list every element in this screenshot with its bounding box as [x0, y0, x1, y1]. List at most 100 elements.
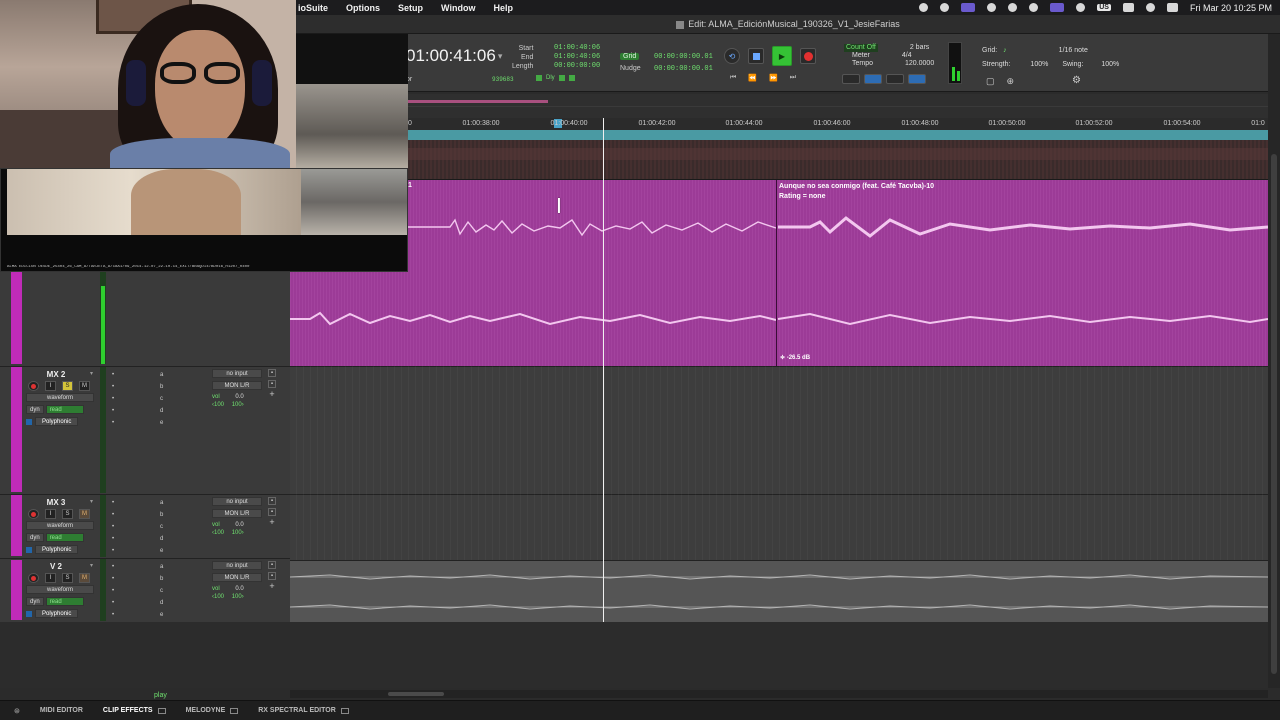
- clip-boundary[interactable]: [776, 180, 777, 366]
- elastic-mode[interactable]: Polyphonic: [35, 545, 79, 554]
- headphones-icon[interactable]: [1029, 3, 1039, 12]
- video-window[interactable]: ALMA EDICIÓN DESDE_25404_26_CAM_A/TARJET…: [0, 168, 408, 272]
- input-monitor-button[interactable]: I: [45, 573, 56, 583]
- solo-button[interactable]: S: [62, 509, 73, 519]
- wifi-off-icon[interactable]: [1122, 3, 1134, 12]
- mute-button[interactable]: M: [79, 509, 90, 519]
- gear-icon[interactable]: ⚙: [1072, 75, 1081, 86]
- horizontal-scrollbar[interactable]: [290, 690, 1268, 698]
- square-icon[interactable]: ▪: [268, 369, 276, 377]
- automation-mode[interactable]: read: [45, 597, 84, 606]
- zoom-reset-icon[interactable]: ▢: [986, 76, 995, 87]
- playhead-cursor[interactable]: [603, 118, 604, 622]
- plus-icon[interactable]: +: [268, 518, 276, 527]
- vpn-icon[interactable]: [987, 3, 997, 12]
- volume-pan[interactable]: vol 0.0 ‹100 100›: [212, 521, 260, 537]
- send-b[interactable]: b: [160, 509, 163, 521]
- automation-mode[interactable]: read: [45, 533, 84, 542]
- clip-a-name[interactable]: 1: [408, 182, 412, 189]
- square-icon[interactable]: ▪: [268, 561, 276, 569]
- timecode-ruler[interactable]: 0 01:00:38:00 01:00:40:00 01:00:42:00 01…: [408, 118, 1268, 130]
- volume-value[interactable]: 0.0: [235, 522, 243, 528]
- tempo-value[interactable]: 120.0000: [905, 60, 934, 68]
- count-off-toggle[interactable]: Count Off: [844, 44, 878, 52]
- display-icon[interactable]: [1050, 3, 1065, 12]
- settings-icon[interactable]: ⊜: [0, 707, 30, 715]
- menu-item-setup[interactable]: Setup: [398, 3, 423, 13]
- record-status-icon[interactable]: [919, 3, 929, 12]
- creative-cloud-icon[interactable]: [940, 3, 950, 12]
- send-e[interactable]: e: [160, 609, 163, 621]
- strength-value[interactable]: 100%: [1030, 58, 1048, 72]
- track-header-mx2[interactable]: MX 2 ▾ I S M waveform dyn read Polyphonic…: [0, 366, 290, 494]
- tempo-label[interactable]: Tempo: [852, 60, 873, 68]
- dyn-button[interactable]: dyn: [26, 533, 44, 542]
- tab-clip-effects[interactable]: CLIP EFFECTS: [93, 707, 176, 714]
- send-d[interactable]: d: [160, 533, 163, 545]
- volume-pan[interactable]: vol 0.0 ‹100 100›: [212, 393, 260, 409]
- send-c[interactable]: c: [160, 521, 163, 533]
- fast-forward-icon[interactable]: ⏩: [769, 74, 778, 82]
- plus-icon[interactable]: +: [268, 582, 276, 591]
- play-circle-icon[interactable]: [1076, 3, 1086, 12]
- rewind-icon[interactable]: ⏪: [748, 74, 757, 82]
- swing-value[interactable]: 100%: [1101, 58, 1119, 72]
- menu-item-options[interactable]: Options: [346, 3, 380, 13]
- output-selector[interactable]: MON L/R: [212, 573, 262, 582]
- send-e[interactable]: e: [160, 545, 163, 557]
- meter-value[interactable]: 4/4: [902, 52, 912, 60]
- track-name[interactable]: MX 2: [36, 370, 76, 379]
- menu-item-help[interactable]: Help: [493, 3, 513, 13]
- keyboard-layout-badge[interactable]: US: [1097, 4, 1111, 11]
- tab-midi-editor[interactable]: MIDI EDITOR: [30, 707, 93, 714]
- tab-melodyne[interactable]: MELODYNE: [176, 707, 249, 714]
- lock-icon[interactable]: [26, 418, 32, 425]
- solo-button[interactable]: S: [62, 381, 73, 391]
- main-counter[interactable]: 01:00:41:06 ▾: [406, 46, 502, 66]
- pan-right[interactable]: 100›: [232, 530, 244, 536]
- track-name[interactable]: V 2: [36, 562, 76, 571]
- conductor-icon[interactable]: [908, 74, 926, 84]
- pan-left[interactable]: ‹100: [212, 402, 224, 408]
- square-icon[interactable]: ▪: [268, 380, 276, 388]
- search-icon[interactable]: [1145, 3, 1155, 12]
- record-button[interactable]: [800, 48, 816, 64]
- record-arm-button[interactable]: [28, 573, 39, 583]
- popout-icon[interactable]: [340, 707, 349, 714]
- wait-for-note-icon[interactable]: [842, 74, 860, 84]
- lock-icon[interactable]: [26, 610, 32, 617]
- input-monitor-button[interactable]: I: [45, 381, 56, 391]
- volume-value[interactable]: 0.0: [235, 394, 243, 400]
- solo-button[interactable]: S: [62, 573, 73, 583]
- nudge-value[interactable]: 00:00:00:00.01: [654, 65, 713, 73]
- send-c[interactable]: c: [160, 393, 163, 405]
- track-name[interactable]: MX 3: [36, 498, 76, 507]
- output-selector[interactable]: MON L/R: [212, 381, 262, 390]
- menubar-clock[interactable]: Fri Mar 20 10:25 PM: [1190, 3, 1272, 13]
- audio-clips-region[interactable]: 1 Aunque no sea conmigo (feat. Café Tacv…: [290, 180, 1268, 366]
- send-a[interactable]: a: [160, 497, 163, 509]
- send-a[interactable]: a: [160, 561, 163, 573]
- chevron-down-icon[interactable]: ▾: [90, 498, 93, 505]
- clip-gain[interactable]: ≑ -26.5 dB: [780, 354, 810, 361]
- start-value[interactable]: 01:00:40:06: [554, 44, 600, 53]
- pan-left[interactable]: ‹100: [212, 530, 224, 536]
- send-d[interactable]: d: [160, 597, 163, 609]
- return-to-zero-icon[interactable]: ⏮: [730, 74, 736, 82]
- record-arm-button[interactable]: [28, 509, 39, 519]
- elastic-mode[interactable]: Polyphonic: [35, 417, 79, 426]
- popout-icon[interactable]: [230, 707, 239, 714]
- dyn-button[interactable]: dyn: [26, 405, 44, 414]
- send-b[interactable]: b: [160, 573, 163, 585]
- grid-toggle[interactable]: Grid: [620, 53, 640, 60]
- chevron-down-icon[interactable]: ▾: [90, 370, 93, 377]
- zoom-in-icon[interactable]: ⊕: [1007, 76, 1015, 87]
- midi-merge-icon[interactable]: [886, 74, 904, 84]
- send-d[interactable]: d: [160, 405, 163, 417]
- track-header-mx3[interactable]: MX 3 ▾ I S M waveform dyn read Polyphonic…: [0, 494, 290, 558]
- send-e[interactable]: e: [160, 417, 163, 429]
- scroll-thumb[interactable]: [1271, 154, 1277, 674]
- play-button[interactable]: ▶: [772, 46, 792, 66]
- grid-value[interactable]: 00:00:00:00.01: [654, 53, 713, 61]
- automation-mode[interactable]: read: [45, 405, 84, 414]
